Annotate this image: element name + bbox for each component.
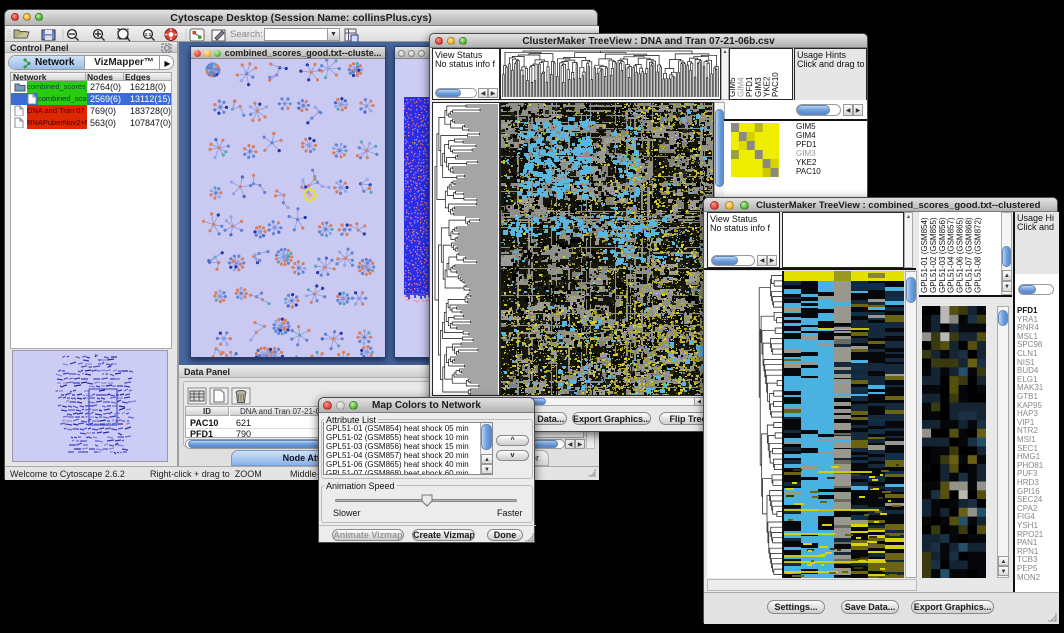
svg-text:GPL51-03 (GSM856): GPL51-03 (GSM856) bbox=[938, 217, 947, 293]
svg-text:GPL51-08 (GSM872): GPL51-08 (GSM872) bbox=[973, 217, 982, 293]
svg-text:GPL51-07 (GSM868): GPL51-07 (GSM868) bbox=[965, 217, 974, 293]
svg-text:PAC10: PAC10 bbox=[771, 72, 780, 97]
svg-text:GPL51-02 (GSM855): GPL51-02 (GSM855) bbox=[929, 217, 938, 293]
svg-text:GPL51-01 (GSM854): GPL51-01 (GSM854) bbox=[920, 217, 929, 293]
svg-text:1:1: 1:1 bbox=[145, 32, 152, 37]
svg-text:GPL51-06 (GSM865): GPL51-06 (GSM865) bbox=[956, 217, 965, 293]
svg-text:GPL51-04 (GSM857): GPL51-04 (GSM857) bbox=[947, 217, 956, 293]
